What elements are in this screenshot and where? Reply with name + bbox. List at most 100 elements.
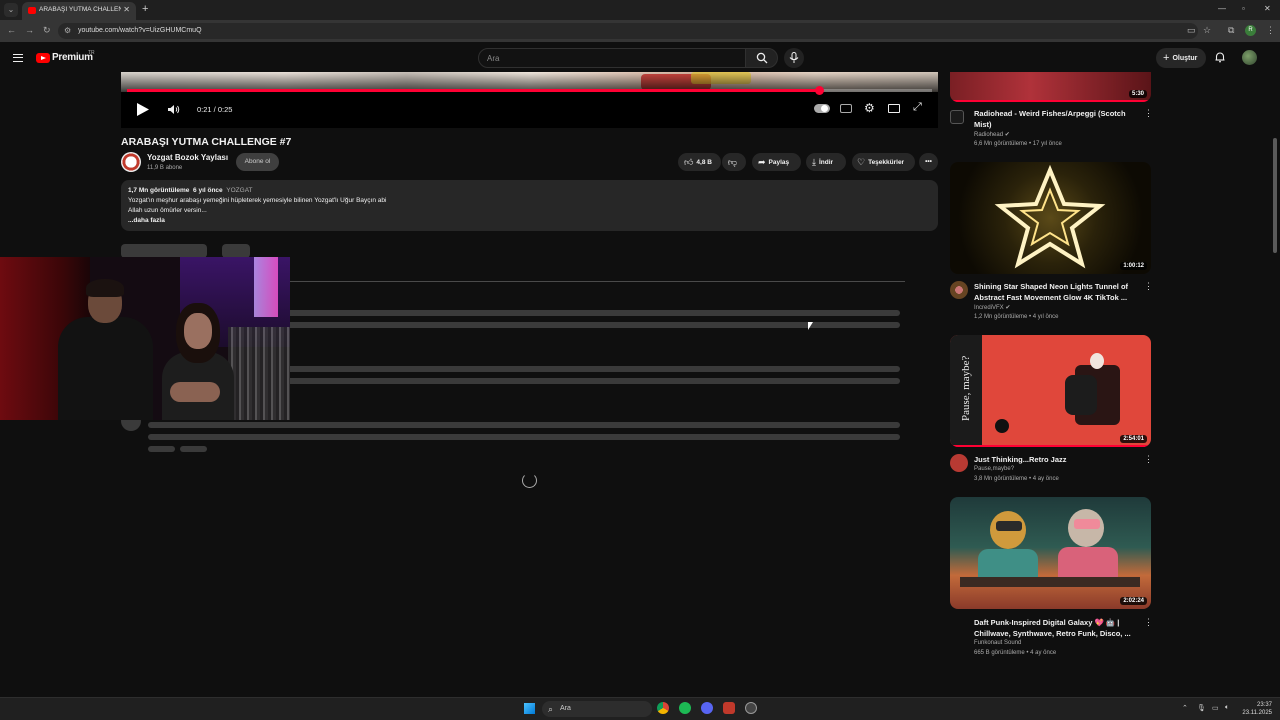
volume-icon[interactable]	[167, 104, 180, 115]
bookmark-star-icon[interactable]: ☆	[1203, 25, 1211, 36]
spotify-app-icon[interactable]	[679, 702, 691, 714]
theater-mode-icon[interactable]	[888, 104, 900, 113]
menu-icon[interactable]	[13, 54, 23, 62]
maximize-button[interactable]: ▫	[1242, 4, 1245, 13]
cast-icon[interactable]: ▭	[1187, 25, 1196, 36]
dislike-button[interactable]: 👎︎	[722, 153, 746, 171]
create-button[interactable]: + Oluştur	[1156, 48, 1206, 68]
mouse-cursor-icon	[808, 322, 813, 330]
description-box[interactable]: 1,7 Mn görüntüleme 6 yıl önce YOZGAT Yoz…	[121, 180, 938, 231]
search-input[interactable]: Ara	[478, 48, 746, 68]
rec-channel[interactable]: Radiohead ✔	[974, 131, 1010, 138]
rec-thumbnail[interactable]: 1:00:12	[950, 162, 1151, 274]
browser-menu-icon[interactable]: ⋮	[1266, 25, 1275, 36]
settings-gear-icon[interactable]: ⚙	[864, 101, 875, 115]
minimize-button[interactable]: —	[1218, 4, 1226, 13]
rec-title[interactable]: Just Thinking...Retro Jazz	[974, 454, 1138, 465]
super-thanks-icon: ♡	[857, 157, 866, 167]
account-avatar[interactable]	[1242, 50, 1257, 65]
rec-thumbnail[interactable]: Pause, maybe? 2:54:01	[950, 335, 1151, 447]
extensions-icon[interactable]: ⧉	[1228, 25, 1234, 36]
skeleton-block	[121, 244, 207, 258]
create-label: Oluştur	[1172, 55, 1198, 62]
tray-chevron-icon[interactable]: ⌃	[1182, 704, 1188, 712]
rec-title[interactable]: Daft Punk-Inspired Digital Galaxy 💖 🤖 | …	[974, 617, 1138, 639]
reload-icon[interactable]: ↻	[43, 25, 51, 36]
streaming-app-icon[interactable]	[723, 702, 735, 714]
windows-start-icon[interactable]	[524, 703, 535, 714]
download-label: İndir	[818, 159, 834, 166]
channel-avatar[interactable]	[121, 152, 141, 172]
skeleton-line	[180, 446, 207, 452]
channel-name[interactable]: Yozgat Bozok Yaylası	[147, 153, 228, 162]
thanks-button[interactable]: ♡ Teşekkürler	[852, 153, 915, 171]
hashtag-link[interactable]: YOZGAT	[226, 187, 252, 194]
watched-progress	[950, 445, 1151, 447]
rec-menu-icon[interactable]: ⋮	[1144, 281, 1153, 292]
scrubber-handle[interactable]	[814, 86, 824, 95]
speaker-icon[interactable]: 🔈︎	[1225, 704, 1229, 712]
discord-app-icon[interactable]	[701, 702, 713, 714]
brand-label[interactable]: Premium	[52, 52, 93, 63]
close-window-button[interactable]: ✕	[1264, 4, 1271, 13]
new-tab-button[interactable]: +	[142, 3, 148, 15]
rec-menu-icon[interactable]: ⋮	[1144, 108, 1153, 119]
subtitles-icon[interactable]	[840, 104, 852, 113]
rec-channel-name: Radiohead	[974, 132, 1004, 138]
address-bar[interactable]: ⚙ youtube.com/watch?v=UizGHUMCmuQ	[58, 23, 1198, 39]
site-info-icon[interactable]: ⚙	[64, 26, 71, 35]
browser-tab[interactable]: ARABAŞI YUTMA CHALLENGE #7 ✕	[22, 2, 136, 20]
rec-thumbnail[interactable]: 5:30	[950, 72, 1151, 102]
profile-avatar[interactable]: R	[1245, 25, 1256, 36]
download-button[interactable]: ⤓ İndir	[806, 153, 846, 171]
youtube-logo-icon[interactable]	[36, 53, 50, 63]
verified-icon: ✔	[1004, 132, 1010, 138]
rec-channel[interactable]: Pause,maybe?	[974, 466, 1014, 472]
network-icon[interactable]: ▭	[1212, 704, 1219, 712]
rec-title[interactable]: Shining Star Shaped Neon Lights Tunnel o…	[974, 281, 1138, 303]
skeleton-block	[222, 244, 250, 258]
play-icon[interactable]	[136, 102, 150, 117]
like-count: 4,8 B	[696, 159, 712, 166]
page-scrollbar[interactable]	[1273, 138, 1277, 253]
upload-age: 6 yıl önce	[193, 187, 223, 194]
autoplay-toggle[interactable]	[814, 104, 830, 113]
taskbar-clock[interactable]: 23:37 23.11.2025	[1240, 701, 1272, 717]
video-player[interactable]: 0:21 / 0:25 ⚙ ⤢	[121, 72, 938, 128]
rec-channel[interactable]: IncrediVFX ✔	[974, 304, 1010, 311]
taskbar-search[interactable]: Ara	[542, 701, 652, 717]
thumbs-up-icon: 👍︎	[684, 157, 694, 167]
rec-channel-avatar[interactable]	[950, 110, 964, 124]
show-more-link[interactable]: ...daha fazla	[128, 216, 931, 226]
back-icon[interactable]: ←	[7, 25, 16, 35]
subscribe-button[interactable]: Abone ol	[236, 153, 279, 171]
rec-channel-avatar[interactable]	[950, 281, 968, 299]
tab-close-icon[interactable]: ✕	[123, 5, 130, 14]
fullscreen-icon[interactable]: ⤢	[913, 101, 922, 114]
rec-thumbnail[interactable]: 2:02:24	[950, 497, 1151, 609]
autoplay-toggle-knob	[821, 105, 828, 112]
plus-icon: +	[1163, 52, 1170, 64]
more-actions-button[interactable]: •••	[919, 153, 938, 171]
notifications-bell-icon[interactable]	[1214, 51, 1226, 63]
chrome-app-icon[interactable]	[657, 702, 669, 714]
search-button[interactable]	[745, 48, 778, 68]
rec-duration: 1:00:12	[1120, 262, 1147, 270]
thumb-text: Pause, maybe?	[960, 355, 972, 421]
like-button[interactable]: 👍︎ 4,8 B	[678, 153, 721, 171]
rec-channel-avatar[interactable]	[950, 454, 968, 472]
rec-title[interactable]: Radiohead - Weird Fishes/Arpeggi (Scotch…	[974, 108, 1138, 130]
streamer-right-arm	[170, 382, 220, 402]
voice-search-button[interactable]	[784, 48, 804, 68]
obs-app-icon[interactable]	[745, 702, 757, 714]
microphone-tray-icon[interactable]: 🎙︎	[1197, 704, 1206, 712]
rec-menu-icon[interactable]: ⋮	[1144, 454, 1153, 465]
tab-search-icon[interactable]: ⌄	[4, 3, 18, 17]
browser-tab-bar: ⌄ ARABAŞI YUTMA CHALLENGE #7 ✕ + — ▫ ✕	[0, 0, 1280, 20]
clock-time: 23:37	[1256, 702, 1272, 708]
forward-icon[interactable]: →	[25, 25, 34, 35]
share-button[interactable]: ➦ Paylaş	[752, 153, 801, 171]
rec-channel[interactable]: Funkonaut Sound	[974, 640, 1021, 646]
thumb-cat	[995, 419, 1009, 433]
rec-menu-icon[interactable]: ⋮	[1144, 617, 1153, 628]
